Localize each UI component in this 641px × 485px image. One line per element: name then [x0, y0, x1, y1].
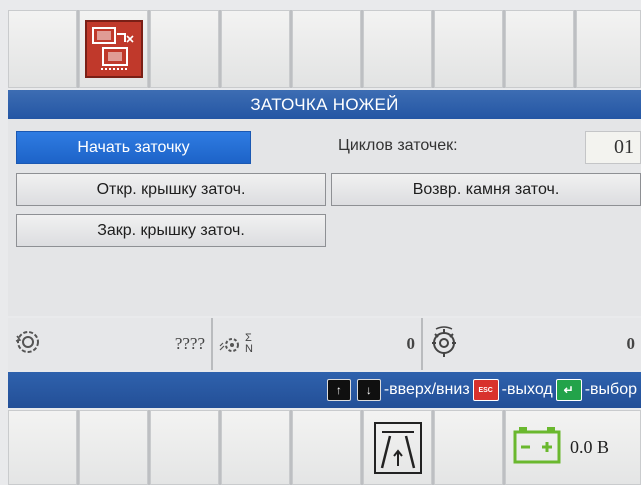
knife-drum-icon	[429, 325, 459, 363]
bottom-softkey-bar: 0.0 В	[8, 410, 641, 485]
arrow-down-icon: ↓	[356, 379, 381, 401]
open-cover-button[interactable]: Откр. крышку заточ.	[16, 173, 326, 206]
top-slot-5[interactable]	[292, 10, 361, 88]
sharpening-device-icon	[84, 20, 143, 78]
return-stone-button[interactable]: Возвр. камня заточ.	[331, 173, 641, 206]
screen: ЗАТОЧКА НОЖЕЙ Начать заточку Циклов зато…	[0, 0, 641, 485]
road-lane-icon	[373, 421, 422, 474]
navigation-hint-bar: ↑ ↓ -вверх/вниз ESC -выход ↵ -выбор	[8, 372, 641, 408]
start-sharpening-button[interactable]: Начать заточку	[16, 131, 251, 164]
page-title: ЗАТОЧКА НОЖЕЙ	[8, 90, 641, 119]
close-cover-button[interactable]: Закр. крышку заточ.	[16, 214, 326, 247]
arrow-up-icon: ↑	[326, 379, 351, 401]
bottom-slot-3[interactable]	[150, 410, 219, 485]
bottom-slot-2[interactable]	[79, 410, 148, 485]
status-cell-rotation: ????	[8, 318, 211, 370]
select-hint: -выбор	[584, 381, 637, 398]
battery-voltage-slot: 0.0 В	[505, 410, 641, 485]
bottom-slot-4[interactable]	[221, 410, 290, 485]
status-cell-sum: Σ N 0	[213, 318, 421, 370]
cycles-value[interactable]: 01	[585, 131, 641, 164]
battery-voltage-value: 0.0 В	[570, 437, 610, 457]
top-slot-7[interactable]	[434, 10, 503, 88]
cycles-label: Циклов заточек:	[338, 137, 458, 154]
main-panel: Начать заточку Циклов заточек: 01 Откр. …	[8, 119, 641, 316]
top-slot-3[interactable]	[150, 10, 219, 88]
exit-hint: -выход	[501, 381, 553, 398]
enter-key-icon: ↵	[555, 379, 582, 401]
status-field-1-value: ????	[174, 334, 205, 353]
status-row: ???? Σ N 0 0	[8, 318, 641, 370]
top-slot-1[interactable]	[8, 10, 77, 88]
top-softkey-bar	[8, 10, 641, 88]
top-slot-9[interactable]	[576, 10, 641, 88]
status-field-3-value: 0	[626, 334, 636, 353]
battery-icon	[512, 425, 562, 470]
top-slot-8[interactable]	[505, 10, 574, 88]
top-slot-6[interactable]	[363, 10, 432, 88]
gear-sum-icon: Σ N	[219, 333, 253, 355]
bottom-slot-lane[interactable]	[363, 410, 432, 485]
status-cell-drum: 0	[423, 318, 641, 370]
status-field-2-value: 0	[406, 334, 416, 353]
rotation-icon	[14, 328, 42, 361]
bottom-slot-1[interactable]	[8, 410, 77, 485]
esc-key-icon: ESC	[472, 379, 499, 401]
top-slot-sharpening[interactable]	[79, 10, 148, 88]
updown-hint: -вверх/вниз	[383, 381, 470, 398]
bottom-slot-5[interactable]	[292, 410, 361, 485]
bottom-slot-7[interactable]	[434, 410, 503, 485]
top-slot-4[interactable]	[221, 10, 290, 88]
sum-subscript: N	[245, 343, 253, 355]
